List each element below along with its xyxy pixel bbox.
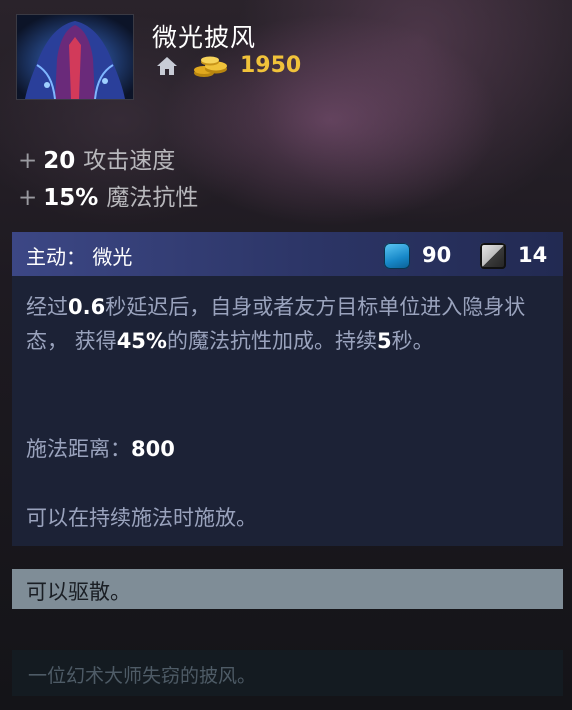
ability-body: 经过0.6秒延迟后，自身或者友方目标单位进入隐身状态， 获得45%的魔法抗性加成…	[12, 276, 563, 546]
plus-sign: +	[18, 148, 38, 174]
desc-delay-value: 0.6	[68, 295, 106, 319]
gold-coins-icon	[192, 55, 230, 79]
dispel-text: 可以驱散。	[26, 580, 131, 604]
lore-text: 一位幻术大师失窃的披风。	[28, 665, 257, 687]
item-image	[16, 14, 134, 100]
attribute-attack-speed: +20 攻击速度	[18, 141, 175, 175]
attribute-label: 攻击速度	[83, 148, 176, 174]
ability-description: 经过0.6秒延迟后，自身或者友方目标单位进入隐身状态， 获得45%的魔法抗性加成…	[26, 290, 548, 358]
ability-header: 主动： 微光 90 14	[12, 232, 563, 276]
item-name: 微光披风	[152, 23, 257, 52]
cooldown-value: 14	[518, 243, 548, 267]
desc-text: 的魔法抗性加成。持续	[166, 329, 377, 353]
item-cost: 1950	[240, 53, 302, 78]
attribute-magic-resistance: +15% 魔法抗性	[18, 178, 198, 212]
ability-title: 主动： 微光	[26, 245, 133, 269]
plus-sign: +	[18, 185, 38, 211]
cast-range-label: 施法距离：	[26, 437, 131, 461]
mana-cost-value: 90	[422, 243, 452, 267]
cooldown-icon	[480, 243, 506, 269]
cast-range: 施法距离：800	[26, 433, 175, 463]
attribute-value: 15%	[43, 185, 99, 211]
attribute-value: 20	[43, 148, 76, 174]
desc-text: 经过	[26, 295, 68, 319]
home-icon	[156, 56, 178, 76]
cast-range-value: 800	[131, 437, 175, 461]
desc-duration-value: 5	[376, 329, 392, 353]
channel-note: 可以在持续施法时施放。	[26, 506, 257, 530]
mana-cost-icon	[384, 243, 410, 269]
lore-box: 一位幻术大师失窃的披风。	[12, 650, 563, 696]
attribute-label: 魔法抗性	[106, 185, 199, 211]
desc-text: 秒。	[391, 329, 434, 353]
dispel-bar: 可以驱散。	[12, 569, 563, 609]
desc-resist-value: 45%	[116, 329, 167, 353]
